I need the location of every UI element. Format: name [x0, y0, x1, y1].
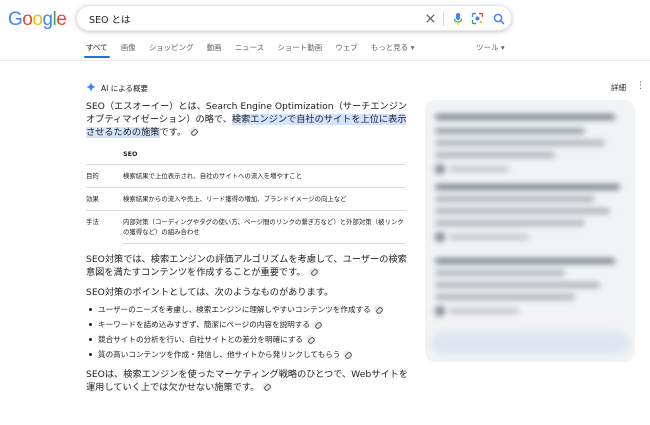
list-item: ユーザーのニーズを考慮し、検索エンジンに理解しやすいコンテンツを作成する — [86, 304, 408, 315]
tab-videos[interactable]: 動画 — [207, 42, 222, 53]
table-header-row: SEO — [86, 145, 406, 165]
intro-paragraph: SEO（エスオーイー）とは、Search Engine Optimization… — [86, 100, 408, 139]
ai-overview-title: AI による概要 — [101, 83, 149, 93]
paragraph-2: SEO対策では、検索エンジンの評価アルゴリズムを考慮して、ユーザーの検索意図を満… — [86, 253, 408, 279]
table-header-cell: SEO — [123, 150, 138, 158]
table-key: 効果 — [86, 187, 123, 211]
table-row: 手法 内部対策（コーディングやタグの使い方、ページ間のリンクの繋ぎ方など）と外部… — [86, 210, 406, 244]
link-icon[interactable] — [373, 304, 383, 314]
table-header-cell — [86, 145, 123, 165]
more-options-icon[interactable]: ⋮ — [636, 81, 645, 91]
link-icon[interactable] — [343, 349, 353, 359]
tab-web[interactable]: ウェブ — [335, 42, 358, 53]
intro-text-end: です。 — [159, 127, 187, 138]
search-icon[interactable] — [491, 11, 506, 26]
paragraph-4-text: SEOは、検索エンジンを使ったマーケティング戦略のひとつで、Webサイトを運用し… — [86, 369, 408, 393]
search-tabs: すべて 画像 ショッピング 動画 ニュース ショート動画 ウェブ もっと見る ▾ — [84, 42, 415, 58]
sources-panel — [425, 100, 635, 362]
tab-all[interactable]: すべて — [84, 42, 110, 58]
search-box — [76, 5, 512, 31]
table-row: 目的 検索結果で上位表示され、自社のサイトへの流入を増やすこと — [86, 164, 406, 188]
table-value: 検索結果で上位表示され、自社のサイトへの流入を増やすこと — [123, 164, 406, 188]
ai-overview-content: SEO（エスオーイー）とは、Search Engine Optimization… — [86, 100, 408, 394]
link-icon[interactable] — [262, 382, 272, 391]
table-row: 効果 検索結果からの流入や売上、リード獲得の増加、ブランドイメージの向上など — [86, 187, 406, 211]
google-logo[interactable]: Google — [8, 9, 67, 31]
link-icon[interactable] — [308, 267, 318, 276]
table-value: 検索結果からの流入や売上、リード獲得の増加、ブランドイメージの向上など — [123, 187, 406, 211]
list-item-text: キーワードを詰め込みすぎず、簡潔にページの内容を説明する — [98, 320, 310, 329]
logo-letter: g — [42, 9, 53, 30]
table-value: 内部対策（コーディングやタグの使い方、ページ間のリンクの繋ぎ方など）と外部対策（… — [123, 210, 406, 244]
sparkle-icon — [86, 82, 96, 94]
list-item-text: 競合サイトの分析を行い、自社サイトとの差分を明確にする — [98, 335, 304, 344]
logo-letter: e — [56, 9, 67, 30]
tab-more[interactable]: もっと見る ▾ — [371, 42, 415, 53]
list-item: 競合サイトの分析を行い、自社サイトとの差分を明確にする — [86, 334, 408, 345]
table-key: 手法 — [86, 210, 123, 244]
link-icon[interactable] — [189, 127, 199, 136]
divider — [443, 12, 444, 26]
tab-shopping[interactable]: ショッピング — [149, 42, 194, 53]
paragraph-2-text: SEO対策では、検索エンジンの評価アルゴリズムを考慮して、ユーザーの検索意図を満… — [86, 254, 407, 278]
link-icon[interactable] — [312, 319, 322, 329]
microphone-icon[interactable] — [450, 11, 465, 26]
search-input[interactable] — [89, 10, 409, 27]
paragraph-3: SEO対策のポイントとしては、次のようなものがあります。 — [86, 287, 334, 298]
seo-summary-table: SEO 目的 検索結果で上位表示され、自社のサイトへの流入を増やすこと 効果 検… — [86, 145, 406, 244]
ai-overview-header: AI による概要 — [86, 82, 148, 94]
detail-button[interactable]: 詳細 — [611, 82, 626, 93]
tab-news[interactable]: ニュース — [235, 42, 265, 53]
tab-short-videos[interactable]: ショート動画 — [277, 42, 322, 53]
header-divider — [0, 60, 650, 61]
list-item-text: ユーザーのニーズを考慮し、検索エンジンに理解しやすいコンテンツを作成する — [98, 305, 371, 314]
list-item: 質の高いコンテンツを作成・発信し、他サイトから発リンクしてもらう — [86, 349, 408, 360]
paragraph-4: SEOは、検索エンジンを使ったマーケティング戦略のひとつで、Webサイトを運用し… — [86, 368, 408, 394]
points-list: ユーザーのニーズを考慮し、検索エンジンに理解しやすいコンテンツを作成する キーワ… — [86, 304, 408, 360]
logo-letter: o — [22, 9, 33, 30]
close-icon[interactable] — [423, 11, 438, 26]
tab-images[interactable]: 画像 — [121, 42, 136, 53]
logo-letter: o — [32, 9, 43, 30]
table-key: 目的 — [86, 164, 123, 188]
list-item-text: 質の高いコンテンツを作成・発信し、他サイトから発リンクしてもらう — [98, 350, 341, 359]
link-icon[interactable] — [306, 334, 316, 344]
tools-button[interactable]: ツール ▾ — [476, 42, 505, 53]
sources-panel-blurred-content — [425, 100, 635, 362]
lens-icon[interactable] — [470, 11, 485, 26]
logo-letter: G — [8, 9, 23, 30]
list-item: キーワードを詰め込みすぎず、簡潔にページの内容を説明する — [86, 319, 408, 330]
